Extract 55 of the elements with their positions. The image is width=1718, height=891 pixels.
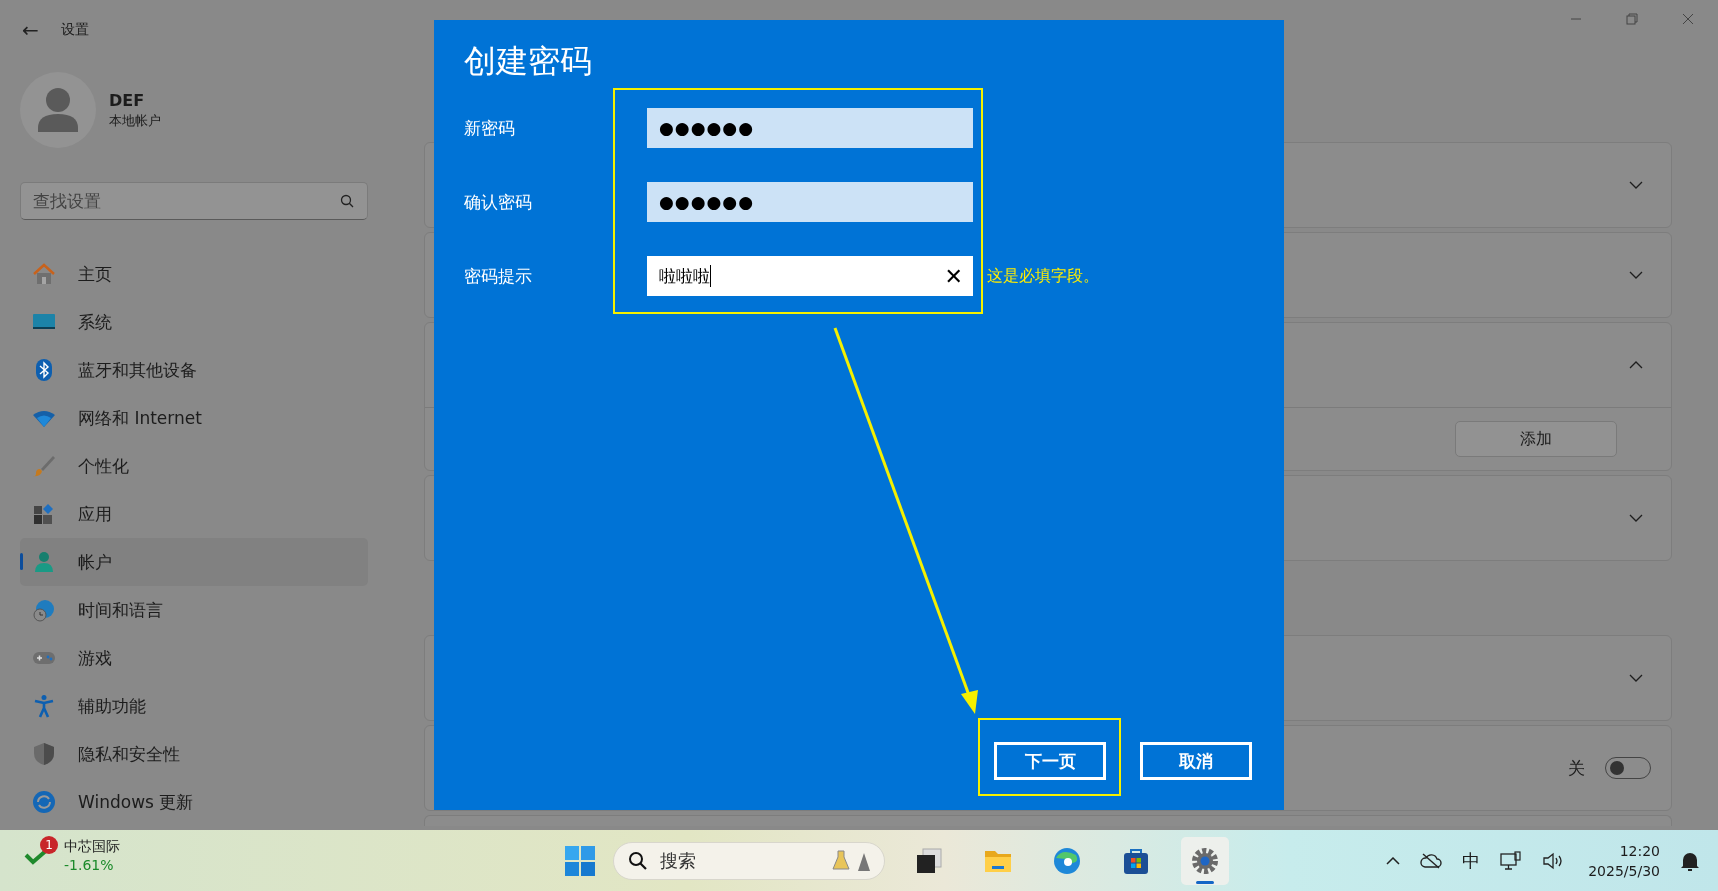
input-method-indicator[interactable]: 中 [1462, 848, 1481, 873]
settings-app-icon[interactable] [1181, 836, 1229, 885]
volume-icon[interactable] [1542, 851, 1565, 870]
close-icon[interactable] [1682, 13, 1694, 25]
toggle-state-label: 关 [1568, 756, 1585, 780]
shield-icon [32, 742, 56, 766]
cloud-off-icon[interactable] [1420, 852, 1443, 869]
brush-icon [32, 454, 56, 478]
nav-item[interactable]: 隐私和安全性 [20, 730, 368, 778]
search-icon [340, 194, 354, 208]
notification-badge: 1 [40, 836, 58, 854]
nav-item[interactable]: 应用 [20, 490, 368, 538]
password-field[interactable]: ●●●●●● [647, 108, 973, 148]
field-label: 新密码 [464, 116, 516, 140]
windows-start-icon[interactable] [565, 845, 595, 876]
taskbar-search[interactable]: 搜索 [613, 841, 885, 880]
clock[interactable]: 12:20 2025/5/30 [1588, 842, 1660, 879]
field-label: 密码提示 [464, 264, 533, 288]
home-icon [32, 262, 56, 286]
stock-change: -1.61% [64, 857, 115, 873]
next-button[interactable]: 下一页 [994, 742, 1106, 780]
back-button[interactable]: ← [22, 18, 39, 42]
error-message: 这是必填字段。 [987, 265, 1099, 287]
nav-item[interactable]: 帐户 [20, 538, 368, 586]
nav-item[interactable]: 蓝牙和其他设备 [20, 346, 368, 394]
network-icon[interactable] [1500, 850, 1523, 871]
search-field[interactable]: 查找设置 [20, 182, 368, 220]
add-button[interactable]: 添加 [1455, 421, 1617, 457]
dialog-title: 创建密码 [464, 41, 593, 82]
nav-item[interactable]: 游戏 [20, 634, 368, 682]
account-type: 本地帐户 [109, 111, 161, 130]
accessibility-icon [32, 694, 56, 718]
account-name: DEF [109, 90, 146, 110]
window-title: 设置 [60, 21, 89, 39]
person-icon [32, 550, 56, 574]
nav-item[interactable]: 主页 [20, 250, 368, 298]
nav-item[interactable]: 系统 [20, 298, 368, 346]
nav-item[interactable]: 辅助功能 [20, 682, 368, 730]
nav-item[interactable]: 个性化 [20, 442, 368, 490]
apps-icon [32, 502, 56, 526]
nav-item[interactable]: 网络和 Internet [20, 394, 368, 442]
search-icon [628, 850, 648, 871]
clear-button[interactable]: ✕ [944, 263, 963, 289]
field-label: 确认密码 [464, 190, 533, 214]
update-icon [32, 790, 56, 814]
stock-name: 中芯国际 [64, 838, 120, 856]
avatar-icon [20, 72, 96, 148]
globe-icon [32, 598, 56, 622]
flask-icon [832, 848, 872, 873]
nav-item[interactable]: 时间和语言 [20, 586, 368, 634]
nav-item[interactable]: Windows 更新 [20, 778, 368, 826]
chevron-up-icon[interactable] [1386, 856, 1401, 865]
password-field[interactable]: ●●●●●● [647, 182, 973, 222]
input-field[interactable]: 啦啦啦 ✕ [647, 256, 973, 296]
cancel-button[interactable]: 取消 [1140, 742, 1252, 780]
